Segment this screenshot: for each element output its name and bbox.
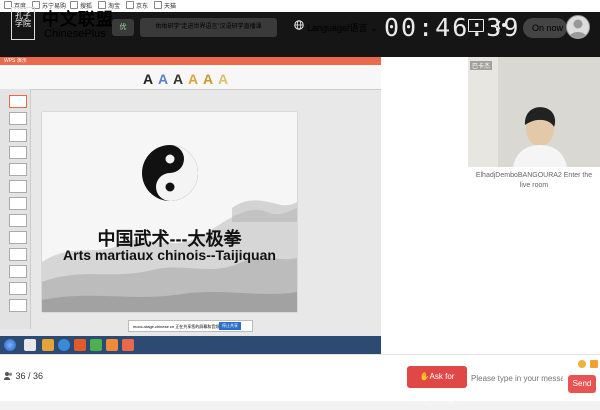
wordart-style-1[interactable]: A [143,71,153,87]
wordart-style-6[interactable]: A [218,71,228,87]
slide-thumbnail[interactable] [9,129,27,142]
live-status-button[interactable]: On now [523,18,567,38]
wordart-style-3[interactable]: A [173,71,183,87]
taskbar-app-icon[interactable] [106,339,118,351]
system-message: ElhadjDemboBANGOURA2 Enter the live room [475,172,593,189]
chevron-down-icon: ⌄ [370,23,378,33]
slide-thumbnail[interactable] [9,180,27,193]
chat-message-input[interactable] [471,371,563,385]
stop-share-button[interactable]: 停止共享 [219,322,241,330]
chat-tools [578,355,599,373]
yin-yang-icon [142,145,198,201]
slide-thumbnail[interactable] [9,265,27,278]
logo-seal: 孔子学院 [11,7,35,40]
slide-thumbnail[interactable] [9,231,27,244]
slide-thumbnail[interactable] [9,146,27,159]
webcam-video [468,57,600,167]
logo-title-cn: 中文联盟 [42,10,114,30]
current-slide: 中国武术---太极拳 Arts martiaux chinois--Taijiq… [42,112,297,312]
screen-share-icon[interactable] [468,19,484,32]
globe-icon [294,20,304,30]
participant-count: 36 / 36 [4,371,43,381]
taskbar-wps-icon[interactable] [122,339,134,351]
signal-icon[interactable] [496,17,512,33]
people-icon [4,372,13,380]
wps-title-bar: WPS 演示 [0,57,381,65]
bookmark-jd[interactable]: 京东 [126,1,148,10]
taskbar-browser-icon[interactable] [58,339,70,351]
taskbar-app-icon[interactable] [90,339,102,351]
slide-thumbnail[interactable] [9,299,27,312]
bookmark-tmall[interactable]: 天猫 [154,1,176,10]
raise-hand-icon: ✋ [419,372,430,381]
share-notice-text: mooc-stage.chinese.cn 正在共享您的屏幕和音频 [133,324,220,329]
slide-thumbnail[interactable] [9,248,27,261]
participant-photo [468,57,600,167]
chat-panel [468,167,600,354]
start-button-icon[interactable] [4,339,16,351]
user-avatar[interactable] [566,15,590,39]
ask-for-speaking-button[interactable]: ✋Ask for speaking [407,366,467,403]
wps-app-title: WPS 演示 [4,58,27,64]
vip-badge: 优 [112,19,134,36]
image-icon[interactable] [590,360,599,368]
wordart-style-4[interactable]: A [188,71,198,87]
slide-thumbnail[interactable] [9,163,27,176]
side-panel [381,57,468,354]
send-button[interactable]: Send [568,375,596,393]
slide-thumbnail[interactable] [9,112,27,125]
logo-title-en: ChinesePlus [44,28,106,40]
wordart-style-5[interactable]: A [203,71,213,87]
language-label: Language/语言 [307,23,368,33]
emoji-icon[interactable] [578,360,586,368]
slide-thumbnail[interactable] [9,95,27,108]
taskbar-folder-icon[interactable] [42,339,54,351]
language-selector[interactable]: Language/语言 ⌄ [307,21,378,34]
slide-thumbnail[interactable] [9,214,27,227]
user-icon [569,19,587,38]
slide-thumbnail[interactable] [9,282,27,295]
course-notice: 佑佑研学"走进世界语言"汉语研学直播课 [140,18,277,37]
slide-thumbnail[interactable] [9,197,27,210]
wordart-style-2[interactable]: A [158,71,168,87]
participant-count-text: 36 / 36 [15,371,44,381]
slide-title-fr: Arts martiaux chinois--Taijiquan [63,247,276,263]
participant-name-tag: 巴卡杰 [470,61,493,70]
taskbar-app-icon[interactable] [74,339,86,351]
taskbar-app-icon[interactable] [24,339,36,351]
